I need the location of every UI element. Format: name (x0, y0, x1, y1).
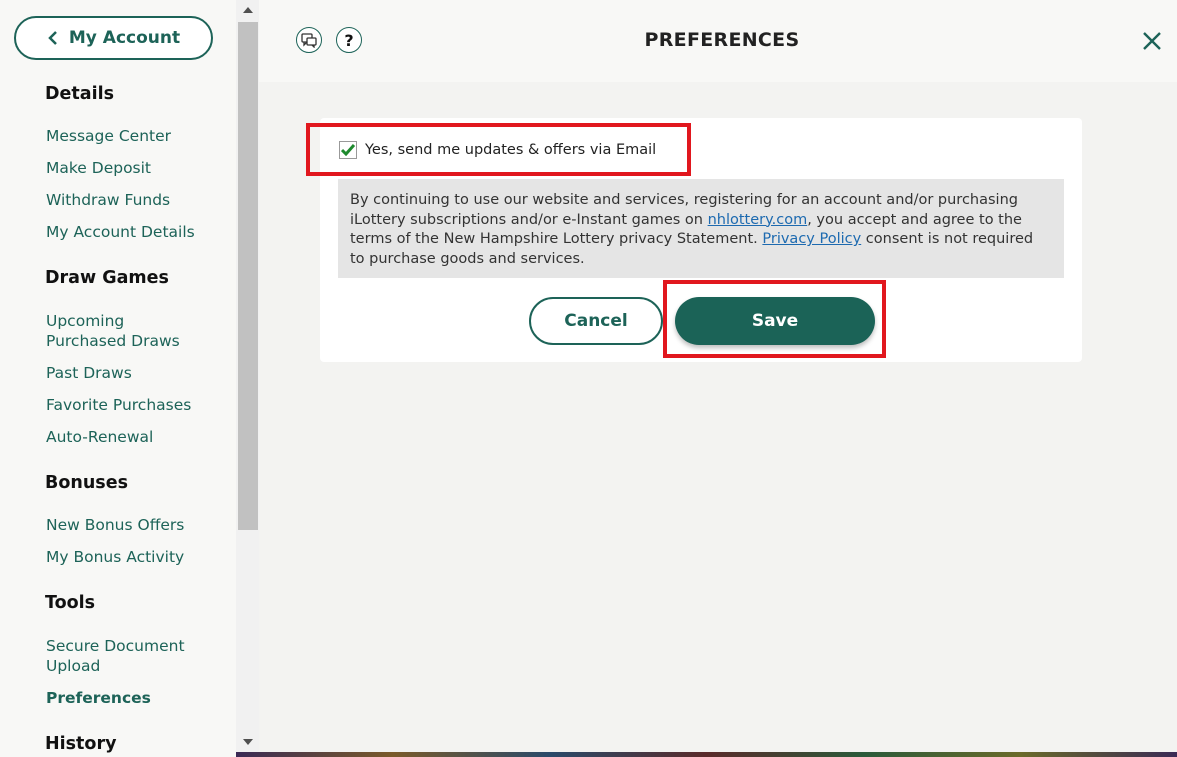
preferences-card: Yes, send me updates & offers via Email … (306, 118, 1082, 362)
checkmark-icon (341, 144, 355, 156)
close-icon[interactable] (1141, 30, 1163, 52)
sidebar-item-my-account-details[interactable]: My Account Details (46, 222, 216, 242)
sidebar-item-favorite-purchases[interactable]: Favorite Purchases (46, 395, 216, 415)
sidebar-item-secure-document-upload[interactable]: Secure Document Upload (46, 636, 196, 676)
sidebar-item-my-bonus-activity[interactable]: My Bonus Activity (46, 547, 216, 567)
save-button[interactable]: Save (675, 297, 875, 345)
section-title-bonuses: Bonuses (45, 473, 128, 493)
page-title: PREFERENCES (644, 29, 800, 51)
sidebar-scrollbar[interactable] (236, 0, 259, 757)
sidebar-item-new-bonus-offers[interactable]: New Bonus Offers (46, 515, 216, 535)
privacy-disclaimer: By continuing to use our website and ser… (338, 179, 1064, 278)
section-title-tools: Tools (45, 593, 96, 613)
scrollbar-thumb[interactable] (238, 22, 258, 530)
sidebar-item-past-draws[interactable]: Past Draws (46, 363, 216, 383)
section-title-history[interactable]: History (45, 734, 117, 754)
preferences-panel: ? PREFERENCES Yes, send me updates & off… (259, 0, 1177, 752)
sidebar-item-make-deposit[interactable]: Make Deposit (46, 158, 216, 178)
scroll-down-arrow-icon[interactable] (236, 732, 259, 752)
sidebar-item-withdraw-funds[interactable]: Withdraw Funds (46, 190, 216, 210)
background-image-strip (236, 752, 1177, 757)
section-title-details: Details (45, 84, 114, 104)
email-opt-in-label: Yes, send me updates & offers via Email (365, 142, 657, 158)
section-title-draw-games: Draw Games (45, 268, 169, 288)
nhlottery-link[interactable]: nhlottery.com (708, 212, 808, 228)
panel-header: ? PREFERENCES (259, 0, 1177, 82)
cancel-button[interactable]: Cancel (529, 297, 663, 345)
sidebar-item-message-center[interactable]: Message Center (46, 126, 216, 146)
chevron-left-icon (48, 31, 57, 45)
email-opt-in-option[interactable]: Yes, send me updates & offers via Email (339, 141, 656, 159)
sidebar-item-preferences[interactable]: Preferences (46, 688, 216, 708)
back-button-label: My Account (68, 28, 181, 48)
sidebar-item-upcoming-purchased-draws[interactable]: Upcoming Purchased Draws (46, 311, 196, 351)
my-account-back-button[interactable]: My Account (14, 16, 213, 60)
account-sidebar: My Account Details Message Center Make D… (0, 0, 236, 757)
sidebar-item-auto-renewal[interactable]: Auto-Renewal (46, 427, 216, 447)
privacy-policy-link[interactable]: Privacy Policy (762, 231, 861, 247)
email-opt-in-checkbox[interactable] (339, 141, 357, 159)
scroll-up-arrow-icon[interactable] (236, 0, 259, 20)
